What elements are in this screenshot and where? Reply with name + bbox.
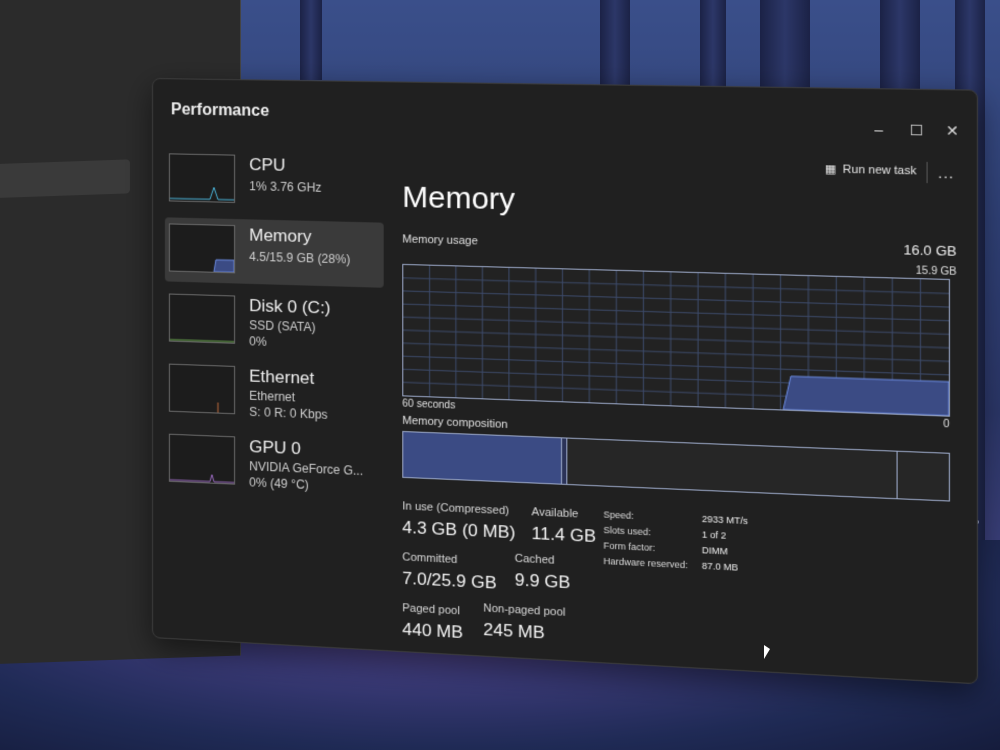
memory-usage-label: Memory usage	[402, 233, 478, 248]
stat-value: 11.4 GB	[531, 523, 597, 547]
hardware-info: Speed: 2933 MT/s Slots used: 1 of 2 Form…	[603, 509, 819, 582]
graph-gridline	[403, 304, 949, 321]
memory-usage-graph-svg	[403, 265, 949, 416]
disk-thumbnail-graph	[168, 293, 236, 344]
graph-time-right: 0	[943, 418, 950, 431]
memory-usage-max: 16.0 GB	[903, 241, 957, 260]
stat-label: Available	[531, 506, 579, 521]
memory-composition-label: Memory composition	[402, 414, 508, 432]
hw-value: 87.0 MB	[701, 560, 739, 573]
performance-window: Performance – ☐ ✕ CPU 1% 3.76 GHz Memory…	[152, 78, 978, 685]
ethernet-thumbnail-graph	[168, 363, 236, 415]
sidebar-item-detail: 1% 3.76 GHz	[249, 179, 322, 195]
sidebar-item-detail: SSD (SATA)	[249, 318, 316, 335]
sidebar-item-detail-2: S: 0 R: 0 Kbps	[249, 404, 328, 422]
composition-standby	[567, 438, 898, 499]
run-task-label: Run new task	[842, 162, 917, 178]
hw-value: 1 of 2	[701, 529, 727, 541]
stat-label: In use (Compressed)	[402, 500, 510, 518]
stat-non-paged-pool: Non-paged pool 245 MB	[483, 602, 565, 644]
sidebar-item-detail: 4.5/15.9 GB (28%)	[249, 249, 351, 267]
window-title: Performance	[170, 101, 270, 121]
stat-value: 9.9 GB	[514, 570, 571, 593]
composition-free	[897, 451, 949, 501]
run-task-icon: ▦	[824, 163, 837, 176]
sidebar-item-detail-2: 0%	[249, 334, 267, 349]
memory-panel: ▦ Run new task ... Memory Memory usage 1…	[402, 144, 961, 683]
composition-in-use	[403, 432, 563, 484]
memory-usage-cap: 15.9 GB	[915, 265, 957, 279]
more-options-button[interactable]: ...	[938, 164, 954, 181]
memory-usage-graph	[402, 263, 950, 417]
close-button[interactable]: ✕	[941, 122, 963, 140]
stat-cached: Cached 9.9 GB	[515, 553, 571, 594]
tree-trunk	[300, 0, 322, 80]
sidebar-item-detail-2: 0% (49 °C)	[249, 475, 309, 493]
toolbar-separator	[926, 161, 928, 184]
title-bar: Performance – ☐ ✕	[153, 79, 977, 146]
sidebar-item-name: GPU 0	[249, 436, 301, 459]
stat-label: Paged pool	[402, 602, 460, 618]
sidebar-item-cpu[interactable]: CPU 1% 3.76 GHz	[165, 147, 384, 216]
stat-value: 440 MB	[402, 619, 464, 643]
performance-sidebar: CPU 1% 3.76 GHz Memory 4.5/15.9 GB (28%)…	[164, 147, 384, 507]
run-new-task-button[interactable]: ▦ Run new task	[825, 162, 917, 178]
stat-label: Cached	[514, 552, 555, 567]
graph-time-left: 60 seconds	[402, 398, 456, 412]
stat-paged-pool: Paged pool 440 MB	[402, 602, 463, 643]
cpu-thumbnail-graph	[168, 153, 236, 203]
sidebar-item-gpu[interactable]: GPU 0 NVIDIA GeForce G... 0% (49 °C)	[165, 428, 384, 502]
sidebar-item-ethernet[interactable]: Ethernet Ethernet S: 0 R: 0 Kbps	[165, 357, 384, 430]
graph-gridline	[403, 278, 949, 294]
sidebar-item-name: Disk 0 (C:)	[249, 295, 331, 318]
sidebar-item-disk[interactable]: Disk 0 (C:) SSD (SATA) 0%	[165, 287, 384, 359]
mouse-cursor-icon	[764, 645, 770, 659]
sidebar-item-name: Memory	[249, 225, 312, 247]
page-title: Memory	[402, 180, 516, 217]
stat-committed: Committed 7.0/25.9 GB	[402, 551, 496, 594]
maximize-button[interactable]: ☐	[905, 121, 927, 139]
minimize-button[interactable]: –	[868, 121, 890, 138]
graph-gridline	[403, 317, 949, 334]
sidebar-item-detail: Ethernet	[249, 388, 296, 405]
sidebar-item-name: CPU	[249, 154, 286, 175]
memory-composition-bar	[402, 430, 950, 502]
stat-value: 7.0/25.9 GB	[402, 568, 497, 593]
stat-in-use: In use (Compressed) 4.3 GB (0 MB)	[402, 500, 515, 543]
gpu-thumbnail-graph	[168, 433, 236, 485]
sidebar-item-memory[interactable]: Memory 4.5/15.9 GB (28%)	[164, 217, 384, 288]
sidebar-item-name: Ethernet	[249, 366, 315, 388]
stat-label: Non-paged pool	[483, 602, 566, 619]
stat-label: Committed	[402, 551, 458, 567]
hw-value: DIMM	[701, 544, 728, 557]
stat-available: Available 11.4 GB	[531, 506, 596, 547]
graph-gridline	[403, 330, 949, 348]
stat-value: 245 MB	[483, 619, 545, 643]
stat-value: 4.3 GB (0 MB)	[402, 517, 516, 543]
graph-gridline	[403, 291, 949, 307]
nav-selected-item[interactable]: ce	[0, 159, 130, 199]
memory-thumbnail-graph	[168, 223, 236, 274]
